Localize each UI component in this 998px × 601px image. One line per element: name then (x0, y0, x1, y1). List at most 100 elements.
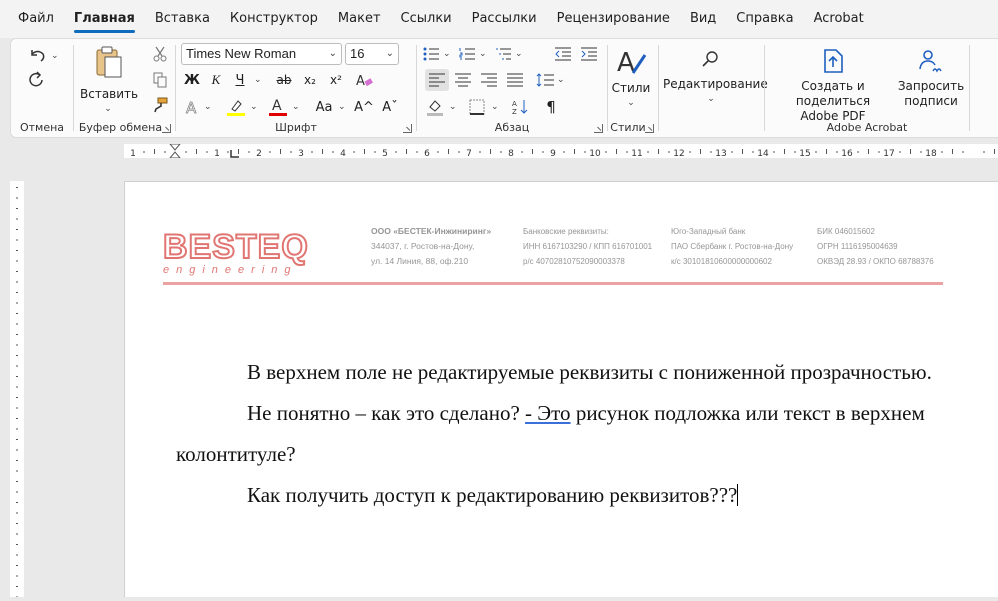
editing-group: Редактирование ⌄ (659, 39, 768, 137)
tab-home[interactable]: Главная (64, 0, 145, 38)
align-center-icon[interactable] (451, 69, 475, 91)
bullets-dropdown-icon[interactable]: ⌄ (443, 49, 451, 59)
indent-marker-icon[interactable] (168, 144, 182, 158)
vertical-ruler[interactable] (10, 181, 24, 598)
tab-view[interactable]: Вид (680, 0, 726, 38)
font-color-icon[interactable]: A (266, 96, 290, 118)
justify-icon[interactable] (503, 69, 527, 91)
highlight-dropdown-icon[interactable]: ⌄ (250, 102, 258, 112)
borders-icon[interactable] (465, 96, 489, 118)
borders-dropdown-icon[interactable]: ⌄ (491, 102, 499, 112)
grow-font-button[interactable]: A^ (352, 96, 376, 118)
create-pdf-button[interactable]: Создать и поделиться Adobe PDF (771, 47, 895, 124)
font-launcher-icon[interactable] (403, 124, 412, 133)
text-effects-icon[interactable]: A (180, 96, 204, 118)
vertical-ruler-ticks (16, 187, 18, 598)
vertical-ruler-tick (16, 491, 18, 493)
ruler-tick (605, 151, 607, 153)
tab-layout[interactable]: Макет (328, 0, 391, 38)
tab-references[interactable]: Ссылки (391, 0, 462, 38)
ruler-tick (437, 151, 439, 153)
multilevel-dropdown-icon[interactable]: ⌄ (515, 49, 523, 59)
tab-file[interactable]: Файл (8, 0, 64, 38)
italic-button[interactable]: К (204, 69, 228, 91)
bank-corr-account: к/с 30101810600000000602 (671, 257, 772, 266)
horizontal-ruler[interactable]: 1 1 2 3 4 5 6 7 8 9 10 11 12 13 14 15 16 17 18 (124, 144, 998, 159)
align-left-icon[interactable] (425, 69, 449, 91)
paragraph-launcher-icon[interactable] (594, 124, 603, 133)
align-right-icon[interactable] (477, 69, 501, 91)
font-size-value: 16 (350, 46, 365, 61)
font-color-dropdown-icon[interactable]: ⌄ (292, 102, 300, 112)
styles-button[interactable]: A Стили ⌄ (610, 47, 652, 111)
ruler-tick (364, 149, 365, 154)
underline-dropdown-icon[interactable]: ⌄ (254, 75, 262, 85)
cut-icon[interactable] (148, 43, 172, 65)
vertical-ruler-tick (16, 586, 18, 587)
vertical-ruler-tick (16, 502, 18, 503)
clear-formatting-icon[interactable]: A (352, 69, 376, 91)
change-case-button[interactable]: Aa (310, 96, 338, 118)
format-painter-icon[interactable] (148, 94, 172, 116)
text-effects-dropdown-icon[interactable]: ⌄ (204, 102, 212, 112)
tab-review[interactable]: Рецензирование (547, 0, 680, 38)
request-signature-button[interactable]: Запросить подписи (897, 47, 965, 109)
font-size-combo[interactable]: 16 ⌄ (345, 43, 399, 65)
ruler-number: 3 (298, 149, 304, 159)
pilcrow-icon[interactable]: ¶ (539, 96, 563, 118)
highlight-icon[interactable] (224, 96, 248, 118)
paste-button[interactable]: Вставить ⌄ (80, 45, 138, 117)
copy-icon[interactable] (148, 69, 172, 91)
ruler-tick (280, 149, 281, 154)
signature-icon (919, 50, 942, 73)
numbering-icon[interactable] (455, 43, 479, 65)
tab-acrobat[interactable]: Acrobat (804, 0, 874, 38)
superscript-button[interactable]: x² (324, 69, 348, 91)
underline-button[interactable]: Ч (228, 69, 252, 91)
svg-text:A: A (617, 48, 635, 77)
document-page[interactable]: BESTEQ engineering ООО «БЕСТЕК-Инжинирин… (124, 181, 998, 597)
ruler-number: 15 (799, 149, 810, 159)
strikethrough-button[interactable]: ab (272, 69, 296, 91)
ruler-tick (374, 151, 376, 153)
document-body[interactable]: В верхнем поле не редактируемые реквизит… (176, 352, 936, 516)
subscript-button[interactable]: x₂ (298, 69, 322, 91)
undo-dropdown-icon[interactable]: ⌄ (51, 51, 59, 61)
font-name-combo[interactable]: Times New Roman ⌄ (181, 43, 342, 65)
decrease-indent-icon[interactable] (551, 43, 575, 65)
styles-launcher-icon[interactable] (645, 124, 654, 133)
shrink-font-button[interactable]: Aˇ (378, 96, 402, 118)
tab-mailings[interactable]: Рассылки (462, 0, 547, 38)
sort-icon[interactable]: AZ (509, 96, 533, 118)
tab-stop-icon[interactable] (230, 148, 240, 158)
paragraph[interactable]: Не понятно – как это сделано? - Это рису… (176, 393, 936, 475)
paragraph[interactable]: В верхнем поле не редактируемые реквизит… (176, 352, 936, 393)
tab-design[interactable]: Конструктор (220, 0, 328, 38)
underlined-text[interactable]: - Это (525, 401, 571, 425)
vertical-ruler-tick (16, 418, 18, 419)
shading-icon[interactable] (423, 96, 447, 118)
bank-title: Банковские реквизиты: (523, 227, 609, 236)
tab-insert[interactable]: Вставка (145, 0, 220, 38)
line-spacing-dropdown-icon[interactable]: ⌄ (557, 75, 565, 85)
numbering-dropdown-icon[interactable]: ⌄ (479, 49, 487, 59)
shading-dropdown-icon[interactable]: ⌄ (449, 102, 457, 112)
change-case-dropdown-icon[interactable]: ⌄ (338, 102, 346, 112)
line-spacing-icon[interactable] (533, 69, 557, 91)
redo-icon[interactable] (25, 69, 49, 91)
vertical-ruler-tick (16, 407, 18, 409)
vertical-ruler-tick (16, 544, 18, 545)
undo-icon[interactable] (25, 45, 49, 67)
header-codes-column: БИК 046015602 ОГРН 1116195004639 ОКВЭД 2… (817, 224, 934, 269)
clipboard-launcher-icon[interactable] (162, 124, 171, 133)
tab-help[interactable]: Справка (726, 0, 803, 38)
editing-button[interactable]: Редактирование ⌄ (663, 49, 768, 107)
paragraph[interactable]: Как получить доступ к редактированию рек… (176, 475, 936, 516)
ruler-tick (322, 149, 323, 154)
paste-icon (96, 46, 122, 78)
increase-indent-icon[interactable] (577, 43, 601, 65)
ruler-tick (269, 151, 271, 153)
bold-button[interactable]: Ж (180, 69, 204, 91)
multilevel-list-icon[interactable] (491, 43, 515, 65)
bullets-icon[interactable] (419, 43, 443, 65)
